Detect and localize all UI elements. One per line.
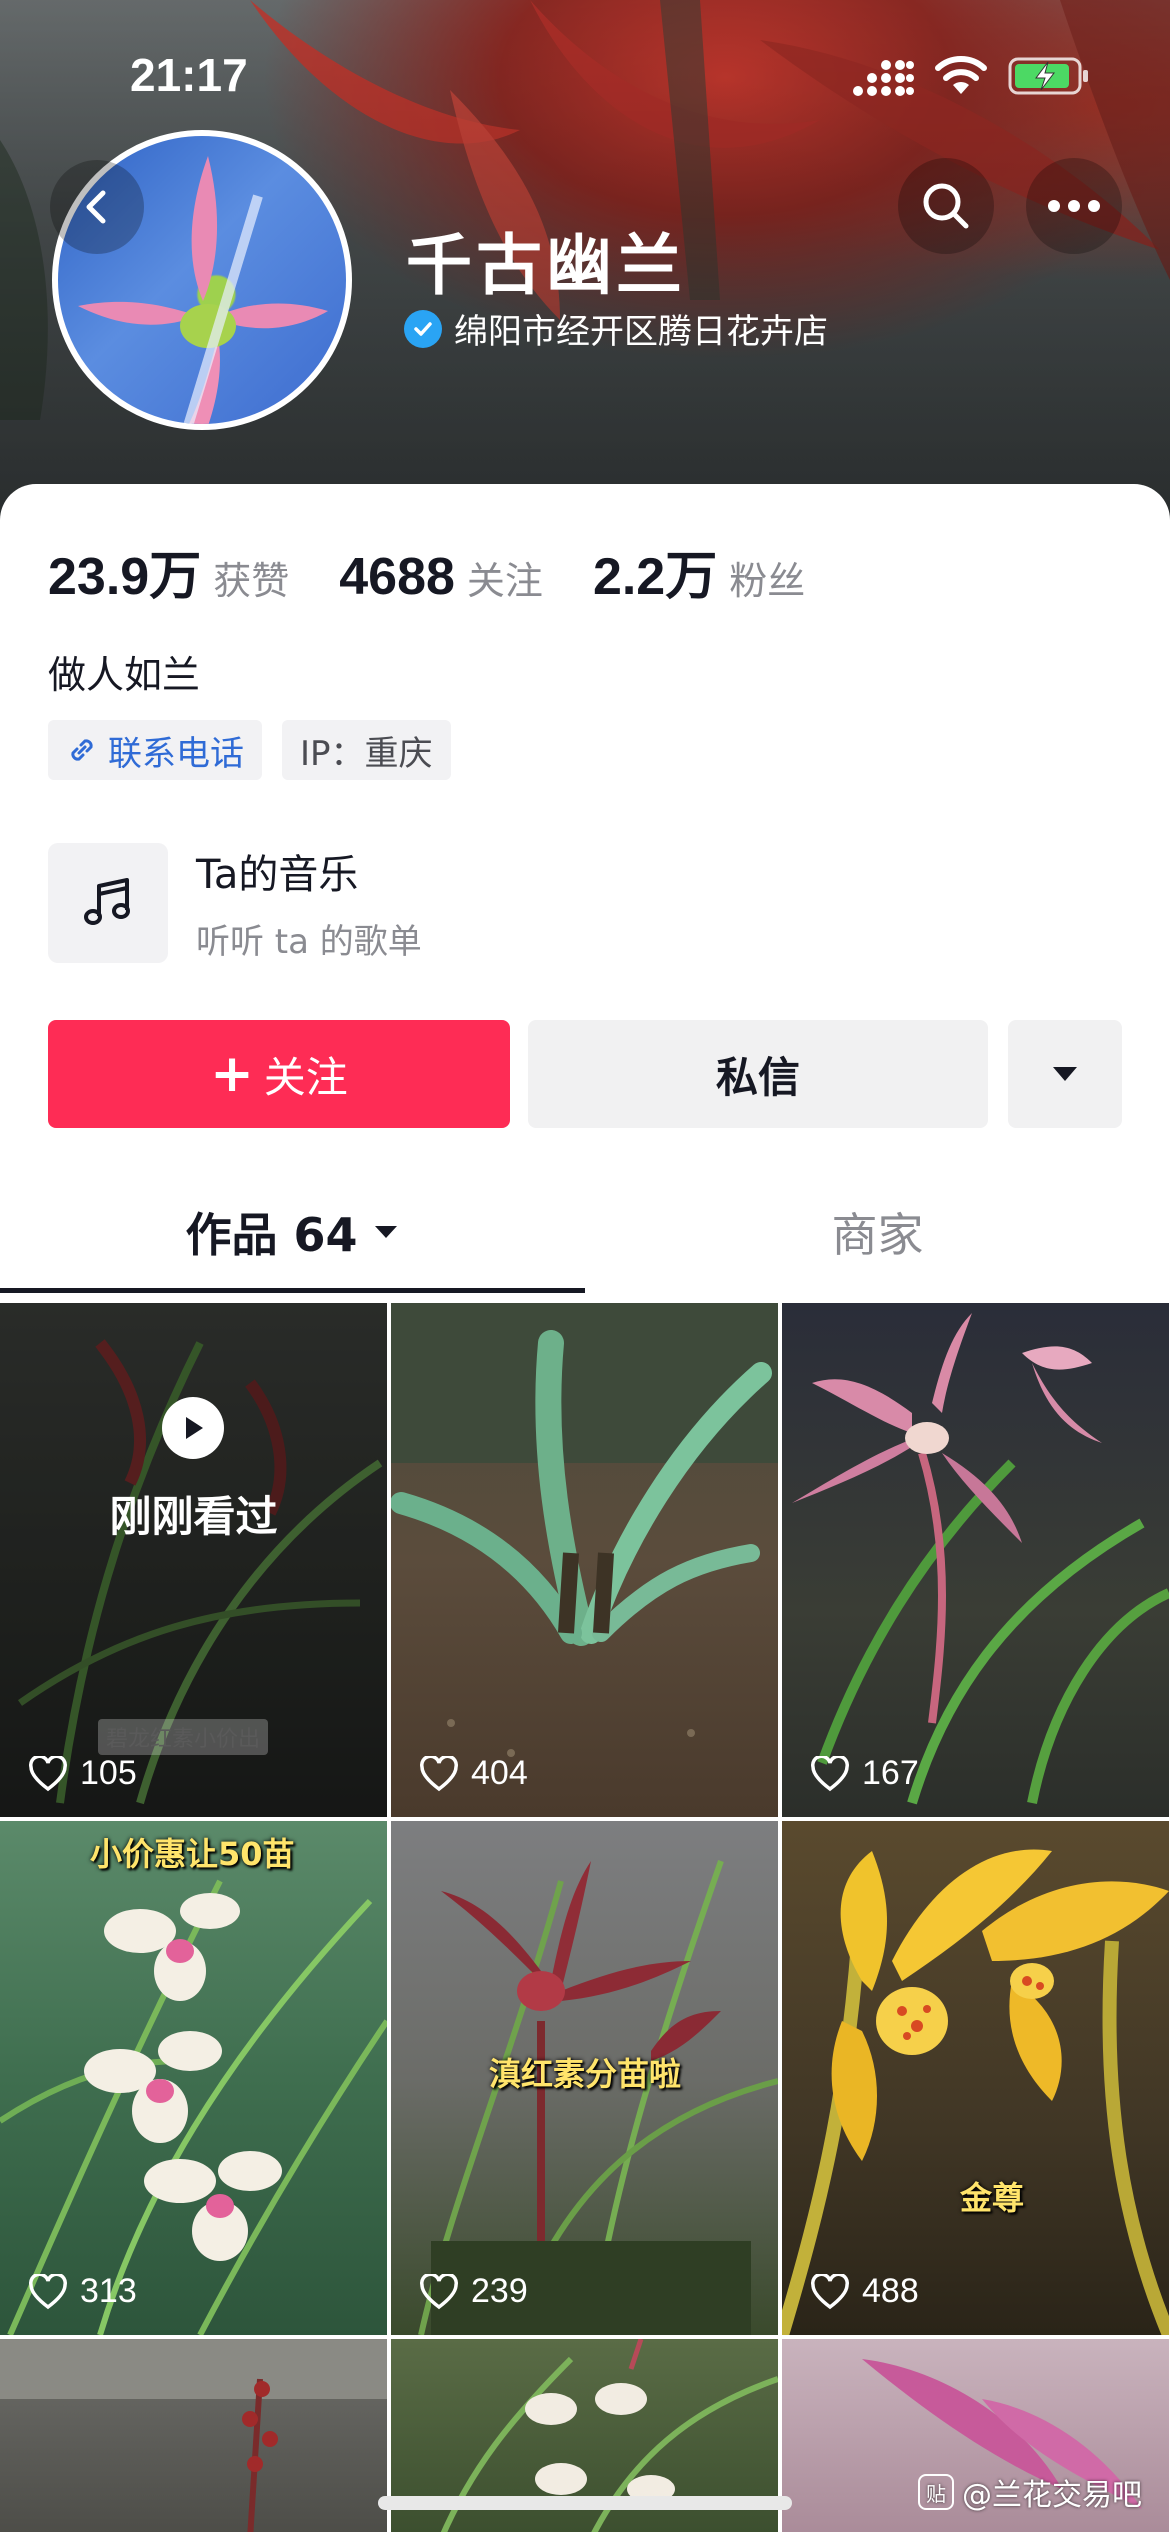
profile-tags: 联系电话 IP：重庆 — [48, 720, 451, 780]
music-note-icon — [48, 842, 168, 963]
heart-icon — [420, 1755, 458, 1791]
verified-badge[interactable]: 绵阳市经开区腾日花卉店 — [404, 304, 828, 353]
heart-icon — [811, 1755, 849, 1791]
home-indicator[interactable] — [378, 2496, 792, 2510]
wifi-icon — [935, 56, 987, 94]
more-button[interactable] — [1026, 158, 1122, 254]
like-count-value: 239 — [471, 2272, 528, 2310]
profile-name: 千古幽兰 — [406, 227, 686, 304]
heart-icon — [811, 2273, 849, 2309]
video-caption: 金尊 — [960, 2179, 1025, 2217]
thumbnail-image — [782, 1849, 1169, 2335]
play-icon — [162, 1397, 224, 1459]
signal-icon — [853, 60, 914, 96]
battery-icon — [1008, 57, 1088, 95]
video-thumbnail[interactable] — [0, 2339, 387, 2532]
ip-location-label: IP：重庆 — [300, 733, 433, 774]
heart-icon — [29, 2273, 67, 2309]
message-label: 私信 — [715, 1052, 800, 1102]
like-count: 239 — [419, 2272, 528, 2311]
stat-label: 关注 — [466, 559, 543, 603]
plus-icon: + — [210, 1044, 254, 1104]
link-icon — [71, 739, 93, 761]
back-icon — [86, 190, 106, 224]
tab-shop[interactable]: 商家 — [585, 1182, 1170, 1282]
watermark-badge: 贴 — [918, 2474, 954, 2510]
video-thumbnail[interactable]: 金尊 488 — [782, 1821, 1169, 2335]
tab-active-indicator — [0, 1288, 585, 1293]
like-count: 167 — [810, 1754, 919, 1793]
profile-tabs: 作品 64 商家 — [0, 1182, 1170, 1293]
verified-label: 绵阳市经开区腾日花卉店 — [454, 312, 828, 352]
caret-down-icon — [374, 1226, 397, 1238]
thumbnail-image — [0, 2339, 387, 2532]
contact-phone-label: 联系电话 — [108, 733, 244, 774]
profile-bio: 做人如兰 — [48, 653, 201, 697]
verified-icon — [404, 309, 442, 348]
video-caption: 滇红素分苗啦 — [489, 2055, 682, 2093]
stat-label: 获赞 — [213, 559, 290, 603]
caret-down-icon — [1053, 1067, 1077, 1081]
more-actions-button[interactable] — [1008, 1020, 1122, 1128]
message-button[interactable]: 私信 — [528, 1020, 988, 1128]
like-count-value: 105 — [80, 1754, 137, 1792]
like-count: 313 — [28, 2272, 137, 2311]
back-button[interactable] — [50, 160, 144, 254]
video-caption: 碧龙红素小价出 — [98, 1719, 269, 1755]
tab-shop-label: 商家 — [831, 1208, 924, 1262]
stat-likes[interactable]: 23.9万 获赞 — [48, 534, 289, 609]
thumbnail-image — [792, 1313, 1169, 1805]
watermark: 贴 @兰花交易吧 — [918, 2470, 1142, 2514]
profile-stats: 23.9万 获赞 4688 关注 2.2万 粉丝 — [48, 534, 855, 609]
video-thumbnail[interactable]: 167 — [782, 1303, 1169, 1817]
like-count-value: 167 — [862, 1754, 919, 1792]
tab-works[interactable]: 作品 64 — [0, 1182, 585, 1282]
thumbnail-image — [391, 1303, 778, 1757]
status-time: 21:17 — [130, 49, 248, 101]
video-thumbnail[interactable]: 刚刚看过 碧龙红素小价出 105 — [0, 1303, 387, 1817]
like-count-value: 488 — [862, 2272, 919, 2310]
search-button[interactable] — [898, 158, 994, 254]
music-title: Ta的音乐 — [196, 852, 359, 898]
contact-phone-tag[interactable]: 联系电话 — [48, 720, 262, 780]
music-subtitle: 听听 ta 的歌单 — [196, 922, 422, 962]
video-caption: 小价惠让50苗 — [90, 1835, 295, 1873]
like-count-value: 404 — [471, 1754, 528, 1792]
profile-actions: + 关注 私信 — [48, 1020, 1122, 1128]
like-count: 488 — [810, 2272, 919, 2311]
status-bar: 21:17 — [0, 0, 1170, 150]
ip-location-tag: IP：重庆 — [282, 720, 451, 780]
music-entry[interactable]: Ta的音乐 听听 ta 的歌单 — [48, 842, 422, 963]
stat-value: 2.2万 — [592, 548, 718, 606]
follow-label: 关注 — [263, 1052, 348, 1102]
watermark-text: @兰花交易吧 — [962, 2478, 1142, 2513]
stat-label: 粉丝 — [729, 559, 806, 603]
search-icon — [923, 183, 969, 229]
follow-button[interactable]: + 关注 — [48, 1020, 510, 1128]
like-count: 404 — [419, 1754, 528, 1793]
video-thumbnail[interactable]: 小价惠让50苗 313 — [0, 1821, 387, 2335]
like-count-value: 313 — [80, 2272, 137, 2310]
video-thumbnail[interactable]: 滇红素分苗啦 239 — [391, 1821, 778, 2335]
like-count: 105 — [28, 1754, 137, 1793]
heart-icon — [420, 2273, 458, 2309]
more-icon — [1048, 200, 1100, 212]
video-thumbnail[interactable]: 404 — [391, 1303, 778, 1817]
heart-icon — [29, 1755, 67, 1791]
thumbnail-image — [0, 1879, 387, 2335]
stat-followers[interactable]: 2.2万 粉丝 — [593, 534, 805, 609]
stat-value: 23.9万 — [48, 548, 202, 606]
tab-works-label: 作品 64 — [185, 1208, 358, 1262]
stat-following[interactable]: 4688 关注 — [339, 547, 543, 607]
stat-value: 4688 — [339, 548, 455, 606]
just-watched-label: 刚刚看过 — [109, 1492, 278, 1541]
